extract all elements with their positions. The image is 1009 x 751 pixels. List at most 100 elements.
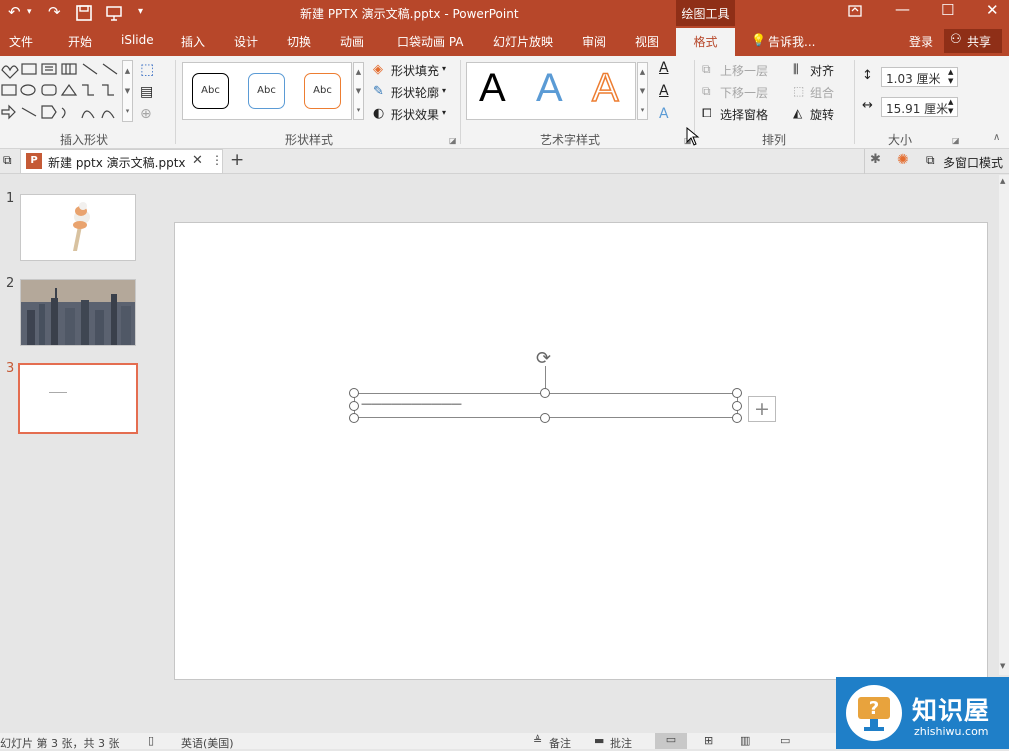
group-button[interactable]: 组合: [810, 84, 834, 101]
text-box-icon[interactable]: ▤: [140, 84, 153, 100]
document-tab[interactable]: P 新建 pptx 演示文稿.pptx ✕ ⋮: [20, 149, 223, 174]
shape-style-orange[interactable]: Abc: [304, 73, 341, 109]
collapse-ribbon-icon[interactable]: ∧: [993, 132, 1000, 143]
save-icon[interactable]: [76, 3, 92, 25]
width-spinner[interactable]: ▲ ▼: [948, 98, 953, 116]
group-label-wordart-styles: 艺术字样式: [540, 133, 601, 147]
tab-format[interactable]: 格式: [676, 28, 735, 56]
slide-canvas[interactable]: [174, 222, 988, 680]
tab-design[interactable]: 设计: [234, 33, 258, 50]
slide-thumbnail-3-selected[interactable]: [18, 363, 138, 434]
wordart-style-orange-outline[interactable]: A: [591, 65, 619, 111]
tab-home[interactable]: 开始: [68, 33, 92, 50]
resize-handle-w[interactable]: [349, 401, 359, 411]
shape-style-black[interactable]: Abc: [192, 73, 229, 109]
docbar-separator: [864, 149, 865, 174]
sign-in-link[interactable]: 登录: [909, 33, 933, 50]
scroll-up-icon[interactable]: ▲: [1000, 177, 1005, 185]
undo-dropdown-icon[interactable]: ▾: [27, 7, 32, 17]
vertical-scrollbar[interactable]: ▲ ▼: [999, 175, 1009, 675]
resize-handle-e[interactable]: [732, 401, 742, 411]
text-effects-icon[interactable]: A: [659, 106, 669, 122]
shape-style-blue[interactable]: Abc: [248, 73, 285, 109]
chevron-down-icon[interactable]: ▾: [442, 64, 446, 73]
pin-icon[interactable]: ✱: [870, 152, 881, 167]
resize-handle-sw[interactable]: [349, 413, 359, 423]
rotate-icon: ◭: [793, 106, 803, 120]
tab-islide[interactable]: iSlide: [121, 33, 154, 47]
minimize-icon[interactable]: —: [895, 0, 910, 18]
dialog-launcher-icon[interactable]: ◪: [449, 136, 457, 145]
settings-gear-icon[interactable]: ✺: [897, 152, 909, 168]
share-button[interactable]: ⚇ 共享: [944, 29, 1002, 53]
spell-check-icon[interactable]: ▯: [148, 734, 154, 747]
resize-handle-n[interactable]: [540, 388, 550, 398]
chevron-down-icon[interactable]: ▾: [442, 86, 446, 95]
send-backward-button[interactable]: 下移一层: [720, 84, 768, 101]
align-button[interactable]: 对齐: [810, 62, 834, 79]
multi-window-mode-button[interactable]: 多窗口模式: [943, 154, 1003, 171]
normal-view-icon[interactable]: ▭: [655, 733, 687, 749]
tab-slideshow[interactable]: 幻灯片放映: [493, 33, 553, 50]
shape-width-input[interactable]: 15.91 厘米: [881, 97, 958, 117]
merge-shapes-icon[interactable]: ⊕: [140, 106, 152, 122]
share-label: 共享: [967, 35, 992, 49]
shape-effects-button[interactable]: 形状效果: [391, 106, 439, 123]
bring-forward-button[interactable]: 上移一层: [720, 62, 768, 79]
tab-pocket-animation[interactable]: 口袋动画 PA: [397, 33, 464, 50]
edit-shape-icon[interactable]: ⬚: [140, 60, 154, 78]
rotate-handle-icon[interactable]: ⟳: [536, 348, 551, 369]
tab-view[interactable]: 视图: [635, 33, 659, 50]
resize-handle-s[interactable]: [540, 413, 550, 423]
tab-list-icon[interactable]: ⧉: [3, 153, 12, 168]
layout-options-plus-icon[interactable]: +: [748, 396, 776, 422]
wordart-style-blue[interactable]: A: [536, 66, 563, 111]
shape-height-input[interactable]: 1.03 厘米: [881, 67, 958, 87]
scroll-down-icon[interactable]: ▼: [1000, 662, 1005, 670]
tab-review[interactable]: 审阅: [582, 33, 606, 50]
shapes-gallery[interactable]: [0, 60, 133, 126]
rotate-button[interactable]: 旋转: [810, 106, 834, 123]
slideshow-view-icon[interactable]: ▭: [780, 734, 790, 747]
slide-thumbnail-1[interactable]: [20, 194, 136, 261]
width-icon: ↔: [862, 98, 873, 113]
maximize-icon[interactable]: ☐: [941, 1, 954, 19]
effects-icon: ◐: [373, 106, 385, 121]
slide-sorter-icon[interactable]: ⊞: [704, 734, 713, 747]
send-backward-icon: ⧉: [702, 84, 711, 98]
resize-handle-se[interactable]: [732, 413, 742, 423]
tab-animations[interactable]: 动画: [340, 33, 364, 50]
resize-handle-nw[interactable]: [349, 388, 359, 398]
height-spinner[interactable]: ▲ ▼: [948, 68, 953, 86]
customize-quick-access-icon[interactable]: ▾: [138, 6, 143, 17]
text-fill-icon[interactable]: A: [659, 60, 669, 76]
wordart-scroll[interactable]: ▲ ▼ ▾: [637, 62, 648, 120]
restore-ribbon-icon[interactable]: [848, 2, 862, 22]
tell-me-search[interactable]: 告诉我...: [768, 33, 815, 50]
selection-pane-button[interactable]: 选择窗格: [720, 106, 768, 123]
tab-file[interactable]: 文件: [9, 33, 33, 50]
text-outline-icon[interactable]: A: [659, 83, 669, 99]
add-tab-button[interactable]: +: [230, 150, 244, 170]
dialog-launcher-icon[interactable]: ◪: [952, 136, 960, 145]
person-icon: ⚇: [950, 32, 962, 47]
tab-menu-icon[interactable]: ⋮: [211, 153, 223, 167]
resize-handle-ne[interactable]: [732, 388, 742, 398]
shape-outline-button[interactable]: 形状轮廓: [391, 84, 439, 101]
tab-insert[interactable]: 插入: [181, 33, 205, 50]
shapes-gallery-icons: [1, 63, 118, 120]
close-tab-icon[interactable]: ✕: [192, 153, 203, 168]
ribbon-separator: [854, 60, 855, 144]
redo-icon[interactable]: ↷: [48, 3, 61, 21]
wordart-style-black[interactable]: A: [479, 66, 506, 111]
reading-view-icon[interactable]: ▥: [740, 734, 750, 747]
shape-styles-scroll[interactable]: ▲ ▼ ▾: [353, 62, 364, 120]
undo-icon[interactable]: ↶: [8, 3, 21, 21]
shapes-gallery-scroll[interactable]: ▲ ▼ ▾: [122, 60, 133, 122]
tab-transitions[interactable]: 切换: [287, 33, 311, 50]
close-icon[interactable]: ✕: [986, 1, 999, 19]
shape-fill-button[interactable]: 形状填充: [391, 62, 439, 79]
chevron-down-icon[interactable]: ▾: [442, 108, 446, 117]
slide-thumbnail-2[interactable]: [20, 279, 136, 346]
present-from-start-icon[interactable]: [106, 3, 124, 25]
